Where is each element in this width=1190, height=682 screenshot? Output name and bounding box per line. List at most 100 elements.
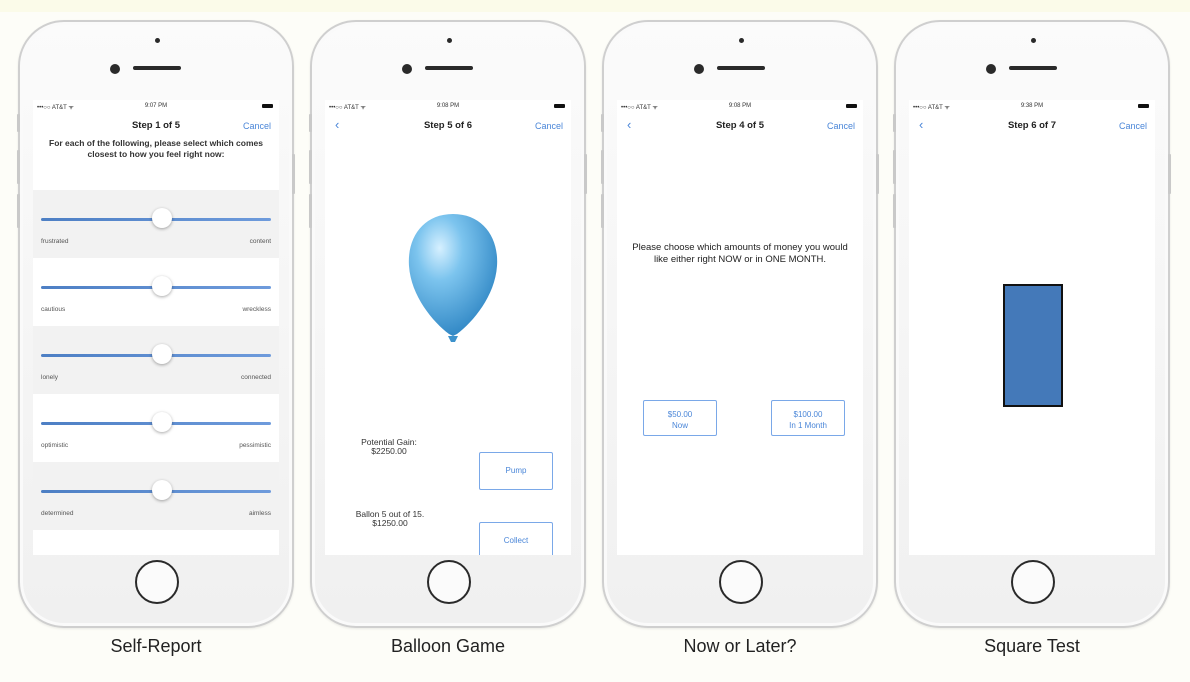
cancel-button[interactable]: Cancel <box>827 121 855 131</box>
battery-icon <box>262 104 273 108</box>
phone-self-report: •••○○ AT&T ᯤ 9:07 PM Step 1 of 5 Cancel … <box>17 20 295 628</box>
home-button[interactable] <box>719 560 763 604</box>
collect-button[interactable]: Collect <box>479 522 553 555</box>
screen: •••○○ AT&T ᯤ 9:08 PM ‹ Step 5 of 6 Cance… <box>325 100 571 555</box>
home-button[interactable] <box>135 560 179 604</box>
phone-square-test: •••○○ AT&T ᯤ 9:38 PM ‹ Step 6 of 7 Cance… <box>893 20 1171 628</box>
battery-icon <box>554 104 565 108</box>
screen: •••○○ AT&T ᯤ 9:08 PM ‹ Step 4 of 5 Cance… <box>617 100 863 555</box>
home-button[interactable] <box>1011 560 1055 604</box>
nav-bar: ‹ Step 5 of 6 Cancel <box>325 114 571 138</box>
option-now-amount: $50.00 <box>667 410 693 419</box>
top-band <box>0 0 1190 12</box>
caption-self-report: Self-Report <box>110 636 202 656</box>
volume-down-button <box>893 194 896 228</box>
volume-up-button <box>601 150 604 184</box>
mute-switch <box>17 114 20 132</box>
slider-row: determined aimless <box>33 462 279 530</box>
option-now-button[interactable]: $50.00 Now <box>643 400 717 436</box>
status-bar: •••○○ AT&T ᯤ 9:08 PM <box>617 100 863 112</box>
proximity-sensor <box>155 38 160 43</box>
power-button <box>1168 154 1171 194</box>
phone-now-or-later: •••○○ AT&T ᯤ 9:08 PM ‹ Step 4 of 5 Cance… <box>601 20 879 628</box>
slider-right-label: connected <box>241 374 271 381</box>
earpiece-speaker <box>1009 66 1057 70</box>
volume-down-button <box>17 194 20 228</box>
front-camera <box>402 64 412 74</box>
status-time: 9:38 PM <box>1020 103 1044 109</box>
money-choice-prompt: Please choose which amounts of money you… <box>632 242 848 265</box>
status-bar: •••○○ AT&T ᯤ 9:38 PM <box>909 100 1155 112</box>
balloon-icon[interactable] <box>403 210 503 355</box>
slider-thumb[interactable] <box>152 208 172 228</box>
option-later-amount: $100.00 <box>793 410 823 419</box>
earpiece-speaker <box>717 66 765 70</box>
pump-button[interactable]: Pump <box>479 452 553 490</box>
phone-balloon-game: •••○○ AT&T ᯤ 9:08 PM ‹ Step 5 of 6 Cance… <box>309 20 587 628</box>
slider-left-label: frustrated <box>41 238 69 245</box>
cancel-button[interactable]: Cancel <box>243 121 271 131</box>
power-button <box>584 154 587 194</box>
volume-up-button <box>17 150 20 184</box>
front-camera <box>694 64 704 74</box>
cancel-button[interactable]: Cancel <box>1119 121 1147 131</box>
mute-switch <box>893 114 896 132</box>
ballon-total-value: $1250.00 <box>372 518 408 528</box>
status-time: 9:07 PM <box>144 103 168 109</box>
status-time: 9:08 PM <box>728 103 752 109</box>
status-bar: •••○○ AT&T ᯤ 9:08 PM <box>325 100 571 112</box>
nav-bar: ‹ Step 6 of 7 Cancel <box>909 114 1155 138</box>
test-rectangle[interactable] <box>1003 284 1063 407</box>
caption-balloon-game: Balloon Game <box>390 636 506 656</box>
screen: •••○○ AT&T ᯤ 9:38 PM ‹ Step 6 of 7 Cance… <box>909 100 1155 555</box>
slider-right-label: pessimistic <box>239 442 271 449</box>
nav-bar: Step 1 of 5 Cancel <box>33 114 279 138</box>
ballon-status-text: Ballon 5 out of 15. $1250.00 <box>335 510 445 528</box>
slider-row: optimistic pessimistic <box>33 394 279 462</box>
status-bar: •••○○ AT&T ᯤ 9:07 PM <box>33 100 279 112</box>
volume-up-button <box>893 150 896 184</box>
slider-thumb[interactable] <box>152 276 172 296</box>
mute-switch <box>309 114 312 132</box>
caption-square-test: Square Test <box>984 636 1080 656</box>
slider-thumb[interactable] <box>152 480 172 500</box>
earpiece-speaker <box>425 66 473 70</box>
option-now-when: Now <box>671 421 688 430</box>
option-later-when: In 1 Month <box>789 421 827 430</box>
proximity-sensor <box>447 38 452 43</box>
slider-thumb[interactable] <box>152 412 172 432</box>
slider-row: frustrated content <box>33 190 279 258</box>
proximity-sensor <box>739 38 744 43</box>
proximity-sensor <box>1031 38 1036 43</box>
caption-now-or-later: Now or Later? <box>683 636 797 656</box>
status-time: 9:08 PM <box>436 103 460 109</box>
earpiece-speaker <box>133 66 181 70</box>
slider-row: lonely connected <box>33 326 279 394</box>
option-later-button[interactable]: $100.00 In 1 Month <box>771 400 845 436</box>
slider-right-label: content <box>249 238 271 245</box>
slider-thumb[interactable] <box>152 344 172 364</box>
slider-row: cautious wreckless <box>33 258 279 326</box>
slider-left-label: optimistic <box>41 442 69 449</box>
power-button <box>292 154 295 194</box>
volume-down-button <box>601 194 604 228</box>
question-prompt: For each of the following, please select… <box>49 138 263 159</box>
slider-left-label: lonely <box>41 374 58 381</box>
front-camera <box>110 64 120 74</box>
cancel-button[interactable]: Cancel <box>535 121 563 131</box>
slider-left-label: cautious <box>41 306 66 313</box>
slider-left-label: determined <box>41 510 74 517</box>
power-button <box>876 154 879 194</box>
volume-down-button <box>309 194 312 228</box>
potential-gain-text: Potential Gain: $2250.00 <box>339 438 439 456</box>
nav-bar: ‹ Step 4 of 5 Cancel <box>617 114 863 138</box>
battery-icon <box>846 104 857 108</box>
battery-icon <box>1138 104 1149 108</box>
slider-right-label: aimless <box>248 510 271 517</box>
home-button[interactable] <box>427 560 471 604</box>
mute-switch <box>601 114 604 132</box>
potential-gain-value: $2250.00 <box>371 446 407 456</box>
slider-right-label: wreckless <box>242 306 271 313</box>
screen: •••○○ AT&T ᯤ 9:07 PM Step 1 of 5 Cancel … <box>33 100 279 555</box>
volume-up-button <box>309 150 312 184</box>
